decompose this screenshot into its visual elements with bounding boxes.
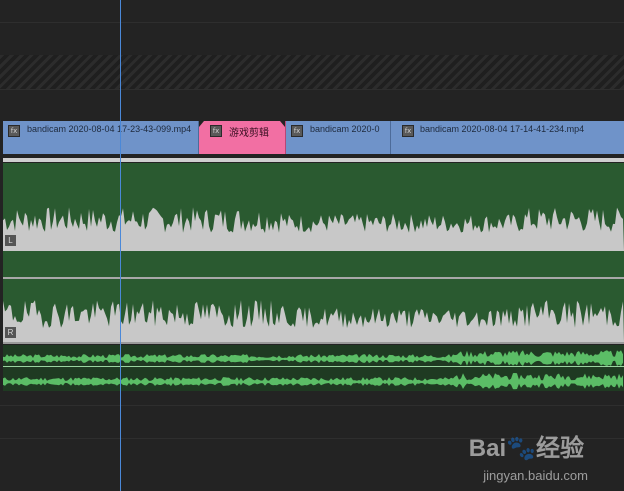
clip-corner-notch [199,121,204,127]
audio-channel-right[interactable]: R [3,279,624,342]
playhead-line[interactable] [120,0,121,491]
waveform-right [3,300,624,342]
secondary-waveform [3,350,624,390]
video-clip[interactable]: fx bandicam 2020-0 [286,121,391,154]
clip-name: bandicam 2020-0 [310,124,380,134]
track-separator [0,89,624,90]
audio-channel-left[interactable]: L [3,163,624,251]
channel-label: R [5,327,16,338]
locked-track-area [0,55,624,89]
clip-name: 游戏剪辑 [229,128,269,139]
secondary-audio-track[interactable] [3,345,624,391]
watermark-url: jingyan.baidu.com [483,468,588,483]
track-separator [0,22,624,23]
fx-icon: fx [402,125,414,137]
fx-icon: fx [8,125,20,137]
video-clip-nested-sequence[interactable]: fx 游戏剪辑 [199,121,286,154]
channel-divider [3,342,624,344]
audio-gap [3,251,624,277]
waveform-left [3,207,624,251]
fx-icon: fx [210,125,222,137]
channel-label: L [5,235,16,246]
video-clip[interactable]: fx bandicam 2020-08-04 17-14-41-234.mp4 [391,121,624,154]
clip-corner-notch [280,121,285,127]
clip-divider-bar [3,158,624,162]
video-clip[interactable]: fx bandicam 2020-08-04 17-23-43-099.mp4 [3,121,199,154]
watermark-logo: Bai🐾经验 [468,435,584,462]
track-separator [0,405,624,406]
clip-name: bandicam 2020-08-04 17-14-41-234.mp4 [420,124,585,134]
fx-icon: fx [291,125,303,137]
clip-name: bandicam 2020-08-04 17-23-43-099.mp4 [27,124,192,134]
